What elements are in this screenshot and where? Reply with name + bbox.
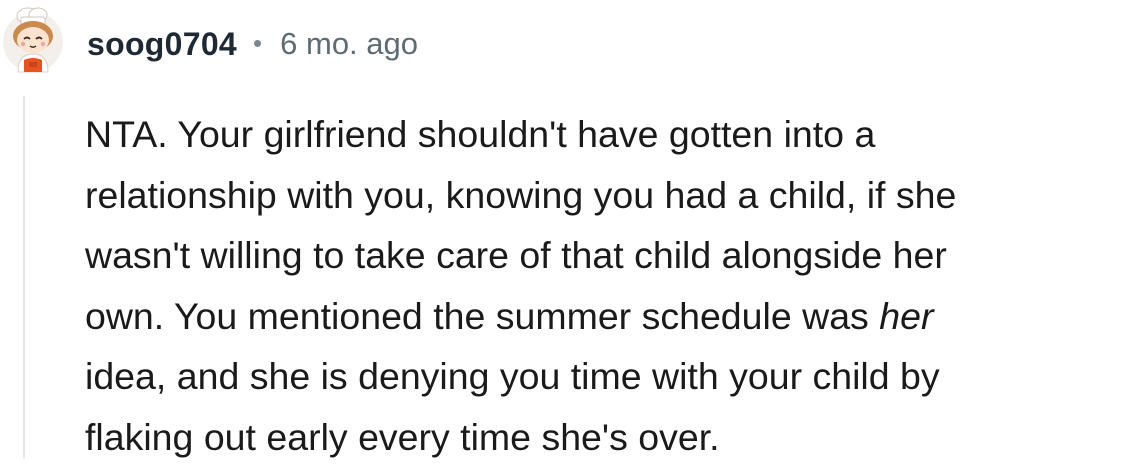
meta-separator: •: [253, 28, 262, 59]
emphasized-text: her: [879, 295, 933, 337]
comment-body-line: idea, and she is denying you time with y…: [85, 346, 1115, 407]
comment-body-line: flaking out early every time she's over.: [85, 407, 1115, 467]
snoo-chef-avatar-icon: [2, 6, 64, 76]
comment-body: NTA. Your girlfriend shouldn't have gott…: [85, 104, 1115, 467]
comment-body-line: own. You mentioned the summer schedule w…: [85, 286, 1115, 347]
comment-body-text: own. You mentioned the summer schedule w…: [85, 295, 879, 337]
comment-header: soog0704 • 6 mo. ago: [87, 22, 418, 66]
comment-body-line: NTA. Your girlfriend shouldn't have gott…: [85, 104, 1115, 165]
comment-body-line: relationship with you, knowing you had a…: [85, 165, 1115, 226]
comment: soog0704 • 6 mo. ago NTA. Your girlfrien…: [0, 0, 1121, 459]
timestamp[interactable]: 6 mo. ago: [280, 26, 418, 62]
user-avatar[interactable]: [2, 6, 64, 76]
thread-line[interactable]: [23, 96, 25, 459]
username[interactable]: soog0704: [87, 26, 237, 63]
comment-body-line: wasn't willing to take care of that chil…: [85, 225, 1115, 286]
